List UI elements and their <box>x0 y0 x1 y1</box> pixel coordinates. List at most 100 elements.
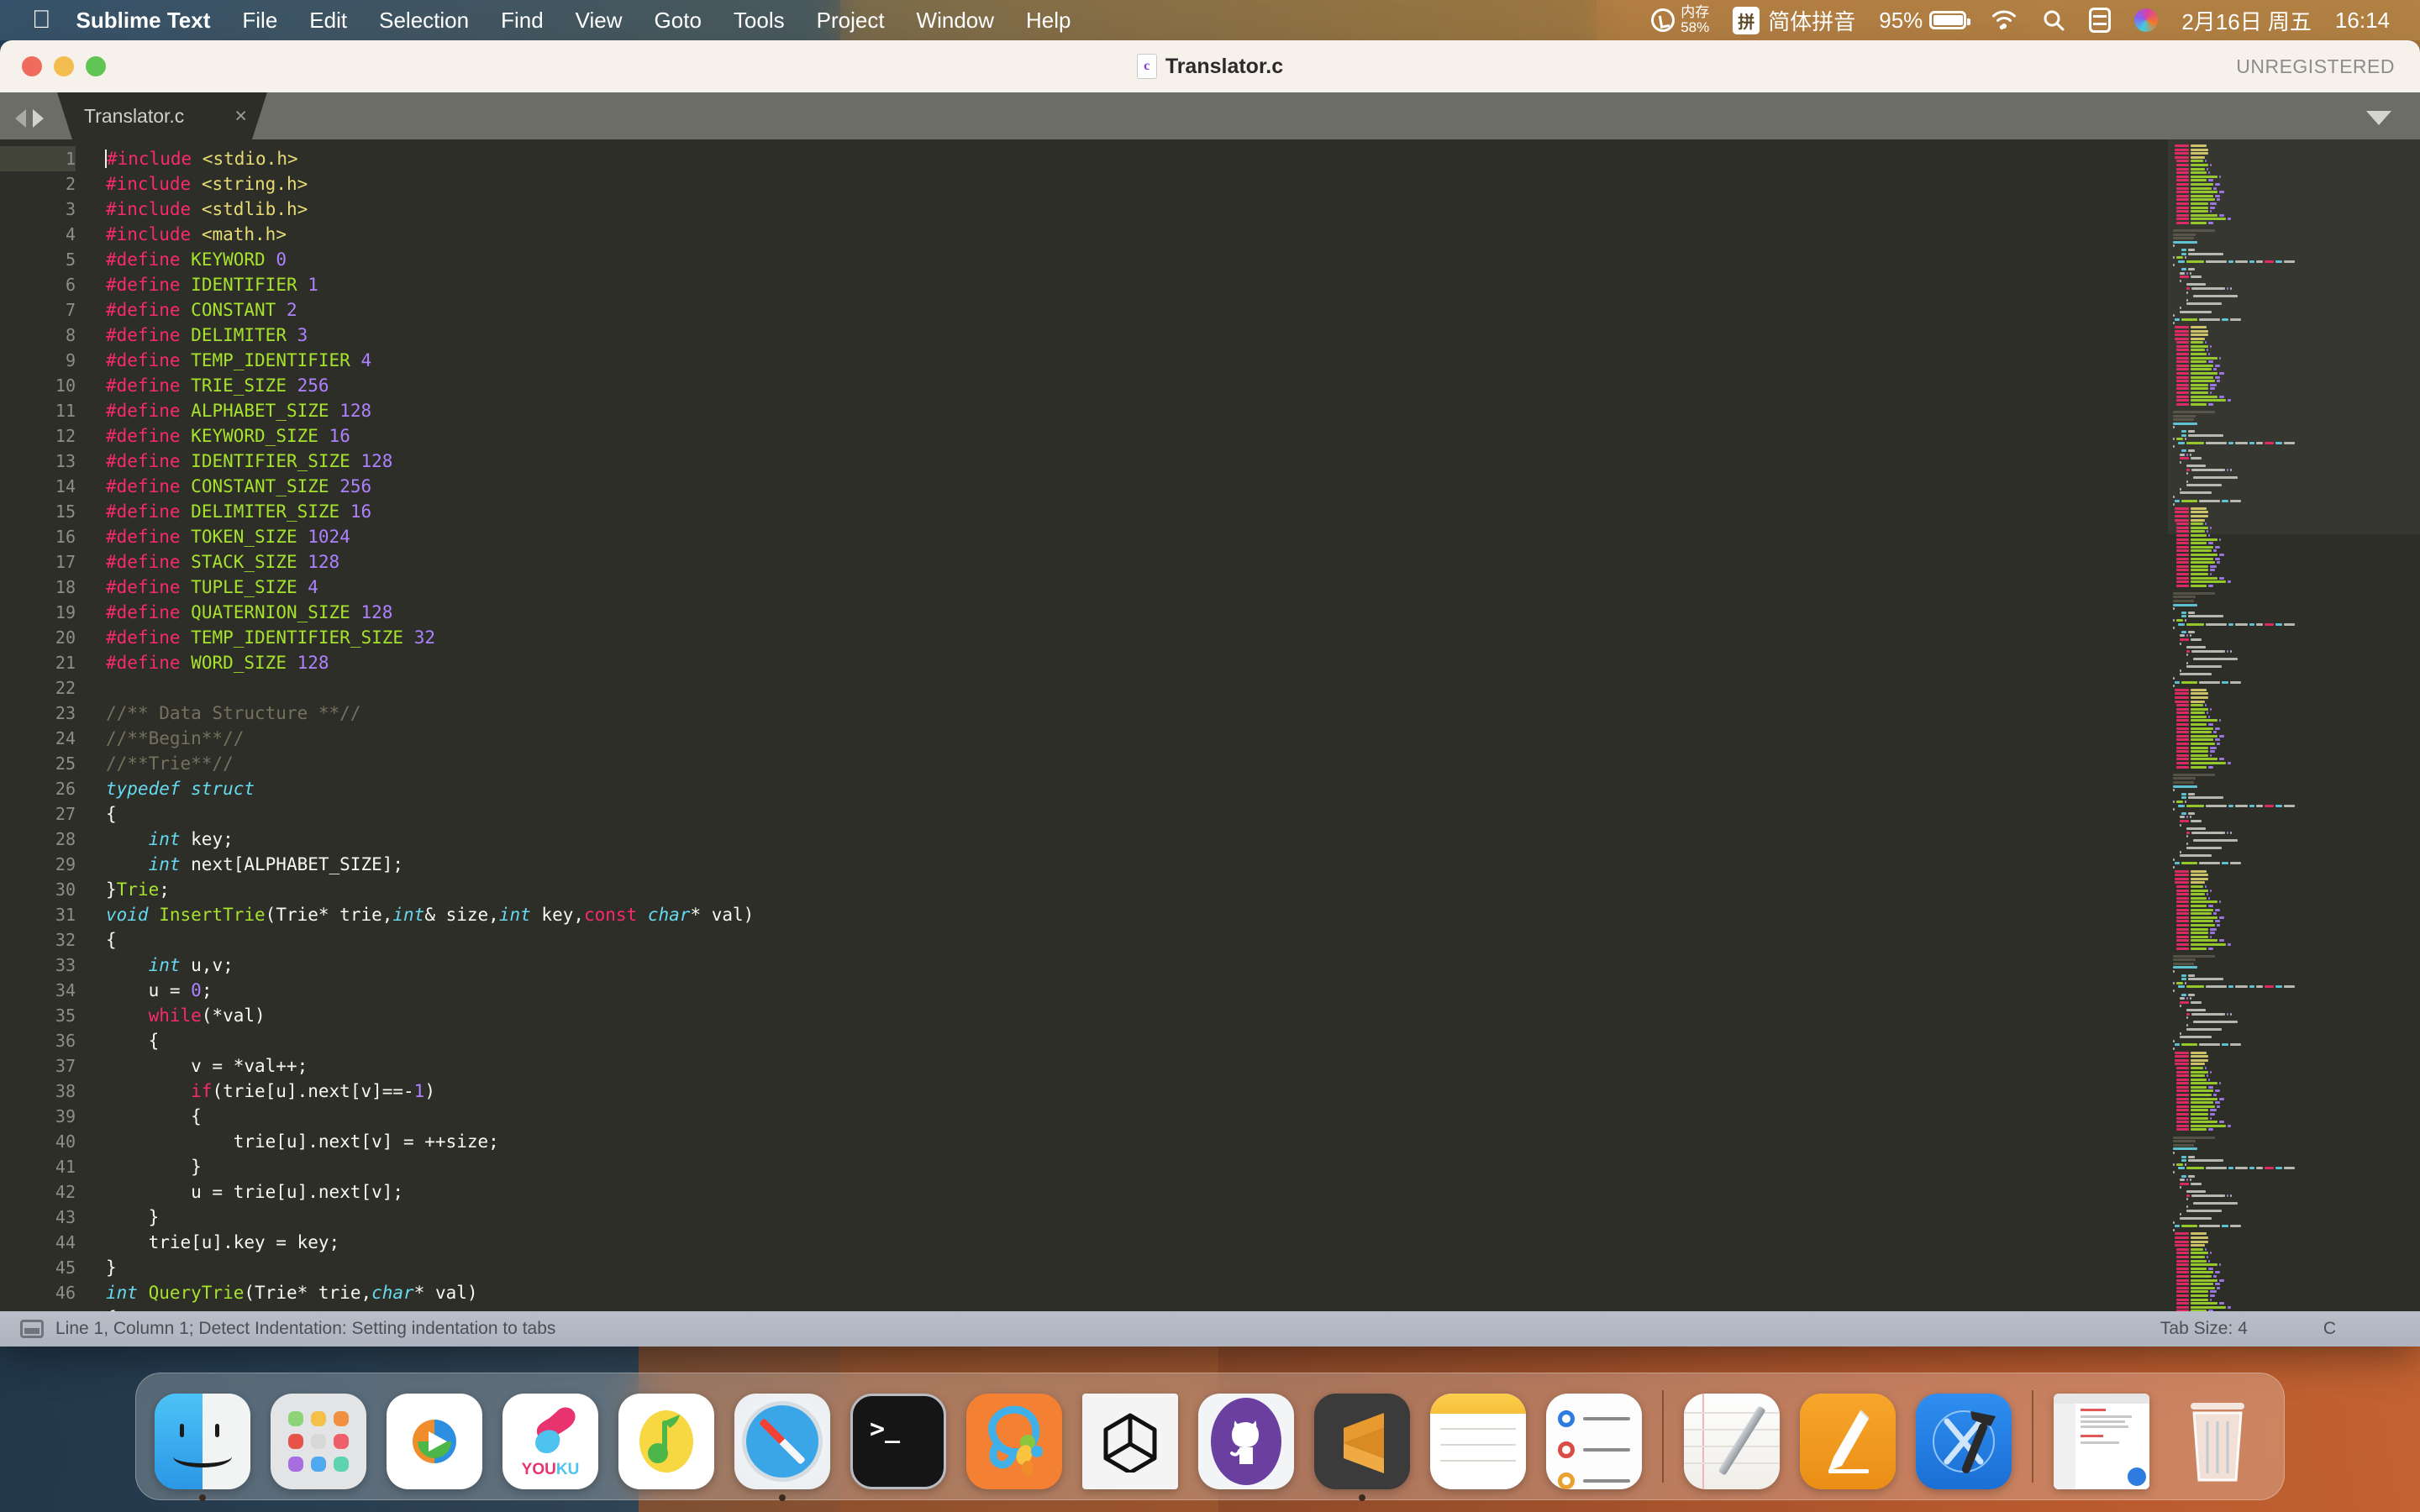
code-line[interactable]: { <box>106 1104 2168 1129</box>
code-line[interactable]: void InsertTrie(Trie* trie,int& size,int… <box>106 902 2168 927</box>
menu-item-goto[interactable]: Goto <box>655 8 702 34</box>
code-line[interactable]: int key; <box>106 827 2168 852</box>
code-line[interactable]: int u,v; <box>106 953 2168 978</box>
code-line[interactable]: #define CONSTANT_SIZE 256 <box>106 474 2168 499</box>
code-line[interactable]: #define TRIE_SIZE 256 <box>106 373 2168 398</box>
console-panel-icon[interactable] <box>20 1320 44 1338</box>
code-line[interactable]: { <box>106 801 2168 827</box>
code-line[interactable]: int next[ALPHABET_SIZE]; <box>106 852 2168 877</box>
menu-item-edit[interactable]: Edit <box>309 8 347 34</box>
code-line[interactable]: #define TUPLE_SIZE 4 <box>106 575 2168 600</box>
spotlight-search-button[interactable] <box>2042 8 2065 32</box>
code-line[interactable]: } <box>106 1154 2168 1179</box>
dock-item-window-preview[interactable] <box>2054 1394 2149 1489</box>
code-line[interactable]: #define KEYWORD 0 <box>106 247 2168 272</box>
apple-logo-icon[interactable]:  <box>32 8 51 33</box>
code-line[interactable]: #define IDENTIFIER_SIZE 128 <box>106 449 2168 474</box>
siri-button[interactable] <box>2134 8 2159 32</box>
code-line[interactable]: } <box>106 1205 2168 1230</box>
code-line[interactable]: #include <stdlib.h> <box>106 197 2168 222</box>
code-line[interactable]: }Trie; <box>106 877 2168 902</box>
code-line[interactable]: u = trie[u].next[v]; <box>106 1179 2168 1205</box>
menu-item-file[interactable]: File <box>242 8 277 34</box>
wifi-status[interactable] <box>1990 9 2018 31</box>
menu-item-project[interactable]: Project <box>817 8 885 34</box>
code-line[interactable]: #define TEMP_IDENTIFIER_SIZE 32 <box>106 625 2168 650</box>
nav-back-icon[interactable] <box>15 109 26 128</box>
minimap-line <box>2173 1225 2412 1228</box>
code-line[interactable]: v = *val++; <box>106 1053 2168 1079</box>
dock-item-unity[interactable] <box>1082 1394 1178 1489</box>
dock-item-pages[interactable] <box>1800 1394 1896 1489</box>
dock-item-xcode[interactable] <box>1916 1394 2012 1489</box>
code-line[interactable]: while(*val) <box>106 1003 2168 1028</box>
dock-item-launchpad[interactable] <box>271 1394 366 1489</box>
code-line[interactable]: u = 0; <box>106 978 2168 1003</box>
code-line[interactable]: #define STACK_SIZE 128 <box>106 549 2168 575</box>
menu-item-tools[interactable]: Tools <box>734 8 785 34</box>
control-center-button[interactable] <box>2089 8 2112 33</box>
code-line[interactable]: { <box>106 1305 2168 1311</box>
dock-item-tencent-video[interactable] <box>387 1394 482 1489</box>
menu-item-selection[interactable]: Selection <box>379 8 469 34</box>
code-line[interactable]: //**Trie**// <box>106 751 2168 776</box>
code-line[interactable]: } <box>106 1255 2168 1280</box>
code-content[interactable]: #include <stdio.h> #include <string.h> #in… <box>91 139 2168 1311</box>
code-line[interactable]: trie[u].next[v] = ++size; <box>106 1129 2168 1154</box>
code-line[interactable]: #include <math.h> <box>106 222 2168 247</box>
tab-translator-c[interactable]: Translator.c × <box>57 92 267 139</box>
chevron-down-icon[interactable] <box>2366 111 2391 125</box>
dock-item-sublime-text[interactable] <box>1314 1394 1410 1501</box>
menu-bar-date[interactable]: 2月16日 周五 <box>2181 5 2312 36</box>
menu-item-sublime-text[interactable]: Sublime Text <box>76 8 211 34</box>
dock-item-trash[interactable] <box>2170 1394 2265 1489</box>
code-line[interactable]: { <box>106 927 2168 953</box>
dock-item-qq-music[interactable] <box>618 1394 714 1489</box>
minimap-line <box>2173 1302 2412 1305</box>
code-line[interactable]: #define ALPHABET_SIZE 128 <box>106 398 2168 423</box>
code-line[interactable]: int QueryTrie(Trie* trie,char* val) <box>106 1280 2168 1305</box>
line-number: 46 <box>55 1283 76 1303</box>
code-line[interactable]: //** Data Structure **// <box>106 701 2168 726</box>
dock-item-notes[interactable] <box>1430 1394 1526 1489</box>
input-method-indicator[interactable]: 拼 简体拼音 <box>1733 5 1855 36</box>
code-line[interactable]: #include <string.h> <box>106 171 2168 197</box>
code-token: #define <box>106 401 181 421</box>
code-line[interactable]: #define TEMP_IDENTIFIER 4 <box>106 348 2168 373</box>
tab-size-label[interactable]: Tab Size: 4 <box>2160 1319 2248 1339</box>
code-line[interactable]: #define DELIMITER_SIZE 16 <box>106 499 2168 524</box>
code-line[interactable]: trie[u].key = key; <box>106 1230 2168 1255</box>
menu-item-window[interactable]: Window <box>917 8 994 34</box>
code-line[interactable]: #define DELIMITER 3 <box>106 323 2168 348</box>
memory-monitor[interactable]: 内存 58% <box>1651 5 1709 35</box>
code-line[interactable]: #define CONSTANT 2 <box>106 297 2168 323</box>
code-minimap[interactable] <box>2168 139 2420 1311</box>
code-line[interactable]: #define WORD_SIZE 128 <box>106 650 2168 675</box>
menu-item-view[interactable]: View <box>576 8 623 34</box>
code-line[interactable]: #define IDENTIFIER 1 <box>106 272 2168 297</box>
dock-item-reminders[interactable] <box>1546 1394 1642 1489</box>
battery-status[interactable]: 95% <box>1879 8 1971 34</box>
menu-bar-time[interactable]: 16:14 <box>2335 8 2390 34</box>
code-line[interactable]: #define TOKEN_SIZE 1024 <box>106 524 2168 549</box>
dock-item-textedit[interactable] <box>1684 1394 1780 1489</box>
code-line[interactable]: #include <stdio.h> <box>105 146 2168 171</box>
code-line[interactable]: typedef struct <box>106 776 2168 801</box>
code-line[interactable] <box>106 675 2168 701</box>
menu-item-find[interactable]: Find <box>501 8 544 34</box>
dock-item-finder[interactable] <box>155 1394 250 1501</box>
dock-item-youku[interactable]: YOUKU <box>502 1394 598 1489</box>
syntax-label[interactable]: C <box>2323 1319 2336 1339</box>
code-line[interactable]: #define QUATERNION_SIZE 128 <box>106 600 2168 625</box>
code-line[interactable]: { <box>106 1028 2168 1053</box>
menu-item-help[interactable]: Help <box>1026 8 1071 34</box>
dock-item-github-desktop[interactable] <box>1198 1394 1294 1489</box>
code-line[interactable]: //**Begin**// <box>106 726 2168 751</box>
nav-forward-icon[interactable] <box>33 109 44 128</box>
dock-item-terminal[interactable]: >_ <box>850 1394 946 1489</box>
code-line[interactable]: if(trie[u].next[v]==-1) <box>106 1079 2168 1104</box>
tab-close-icon[interactable]: × <box>234 104 247 129</box>
dock-item-safari[interactable] <box>734 1394 830 1501</box>
dock-item-qq[interactable] <box>966 1394 1062 1489</box>
code-line[interactable]: #define KEYWORD_SIZE 16 <box>106 423 2168 449</box>
